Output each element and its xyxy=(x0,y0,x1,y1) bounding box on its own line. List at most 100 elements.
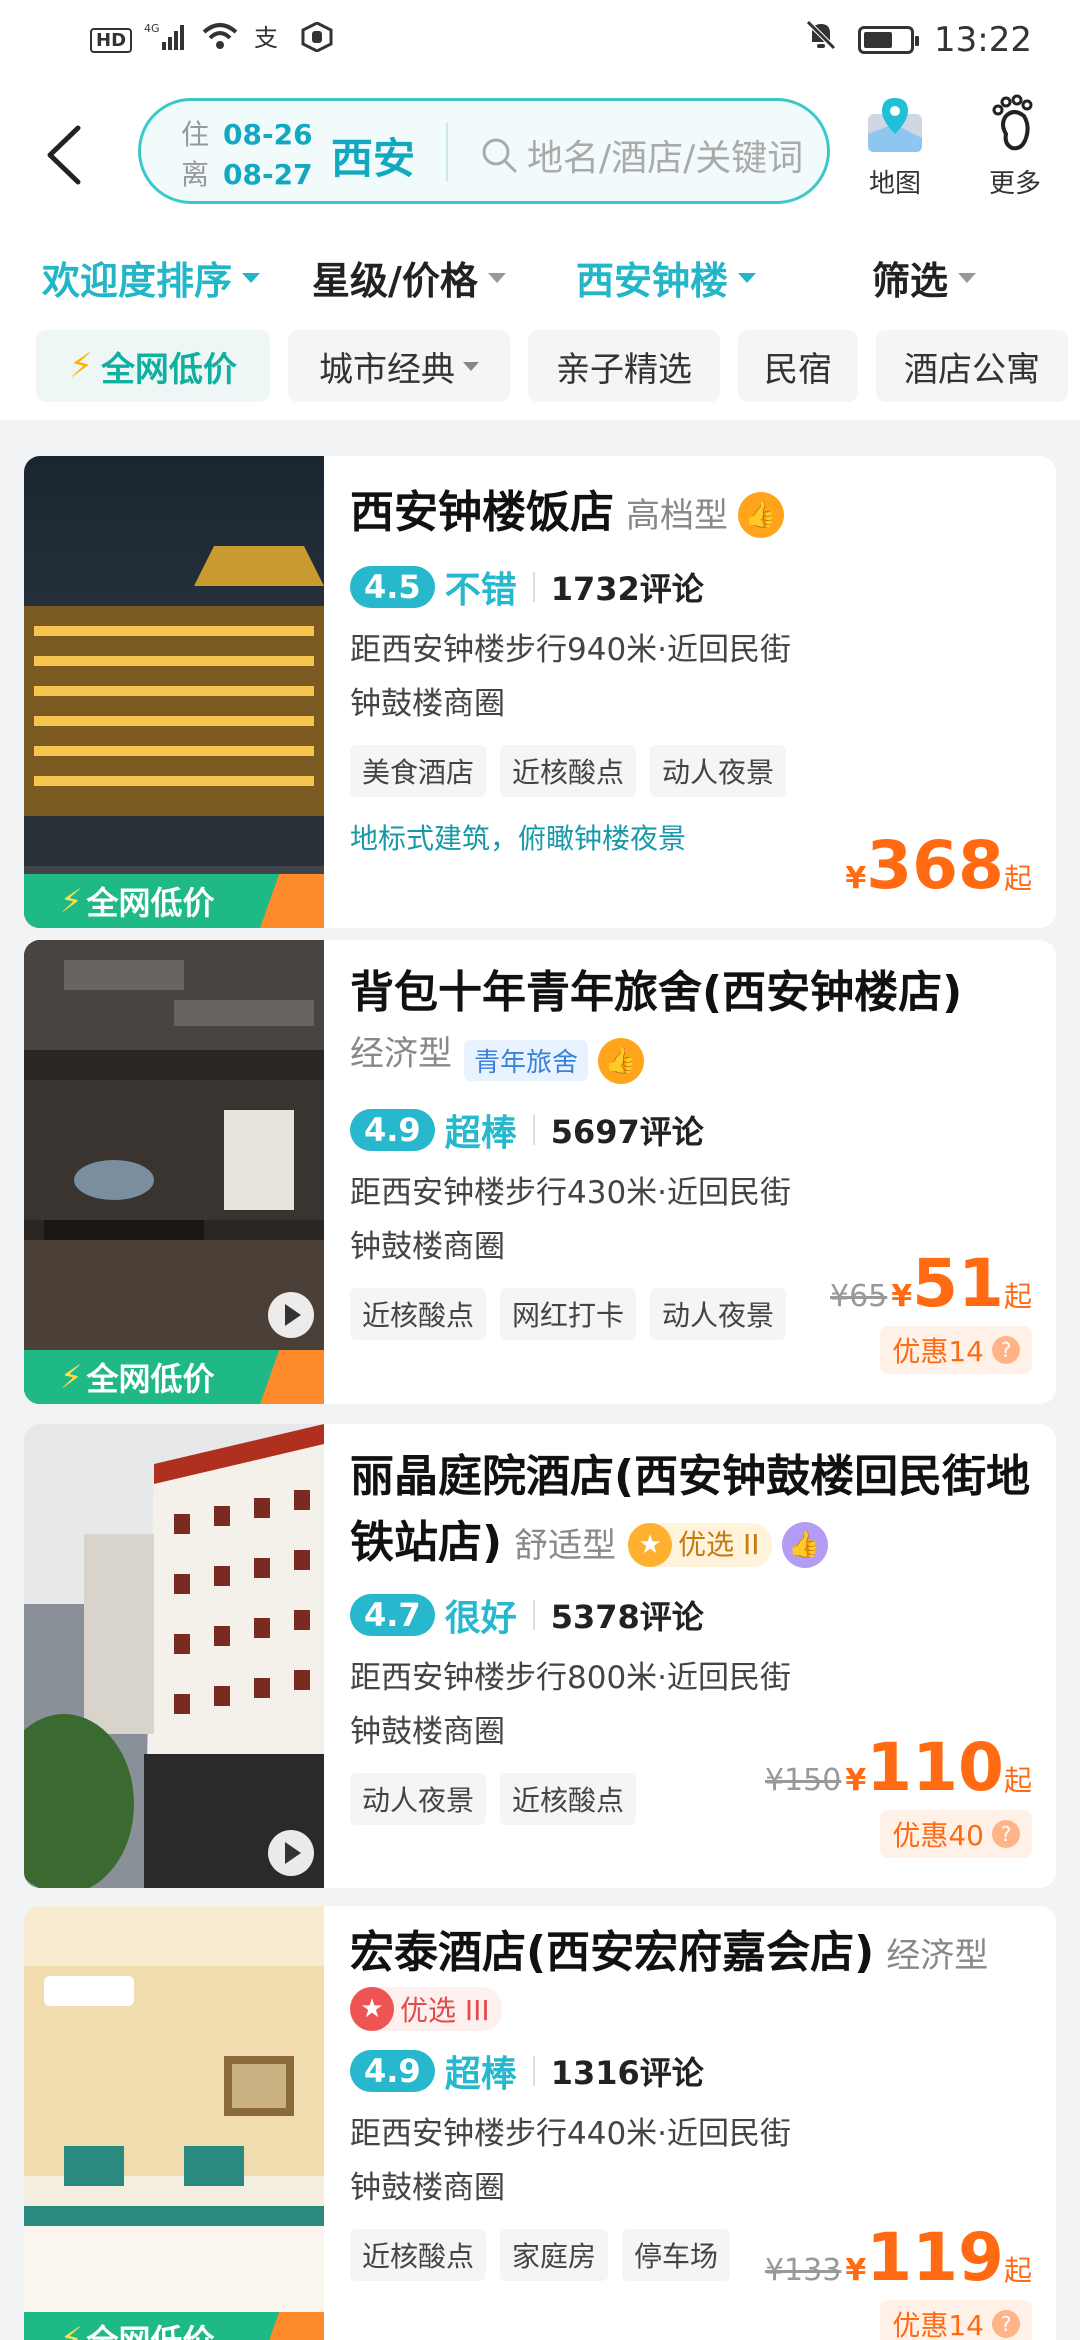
hotel-info: 西安钟楼饭店 高档型 👍 4.5 不错 1732评论 距西安钟楼步行940米·近回民街钟… xyxy=(350,456,1032,857)
chip-label: 亲子精选 xyxy=(556,349,692,390)
chip-family[interactable]: 亲子精选 xyxy=(528,330,720,402)
date-selector[interactable]: 住 08-26 离 08-27 xyxy=(181,115,313,195)
review-count[interactable]: 1732评论 xyxy=(551,564,704,610)
sort-star-price[interactable]: 星级/价格 xyxy=(312,250,506,305)
search-placeholder: 地名/酒店/关键词 xyxy=(527,138,804,179)
hotel-photo xyxy=(24,1424,324,1888)
sort-popularity[interactable]: 欢迎度排序 xyxy=(42,250,261,305)
map-label: 地图 xyxy=(868,169,921,199)
sort-location[interactable]: 西安钟楼 xyxy=(576,250,757,305)
tag: 近核酸点 xyxy=(350,2229,487,2281)
price-box: ¥133 ¥119起 优惠14? xyxy=(765,2219,1032,2340)
search-divider xyxy=(446,123,448,181)
header: 住 08-26 离 08-27 西安 地名/酒店/关键词 地图 更多 xyxy=(0,80,1080,230)
hotel-grade: 经济型 xyxy=(886,1936,989,1976)
tag: 网红打卡 xyxy=(500,1287,637,1340)
dropdown-icon xyxy=(487,272,506,283)
search-icon xyxy=(482,138,517,173)
score-text: 超棒 xyxy=(444,1112,517,1154)
quick-filter-bar: ⚡ 全网低价 城市经典 亲子精选 民宿 酒店公寓 xyxy=(0,330,1080,420)
youxuan-badge: ★ 优选 II xyxy=(628,1523,772,1567)
chip-lowest-price[interactable]: ⚡ 全网低价 xyxy=(36,330,270,402)
status-right: 13:22 xyxy=(804,18,1032,61)
sort-popularity-label: 欢迎度排序 xyxy=(42,259,233,303)
dropdown-icon xyxy=(242,272,261,283)
score-text: 超棒 xyxy=(444,2054,517,2095)
hotel-photo: ⚡全网低价 xyxy=(24,940,324,1404)
location: 距西安钟楼步行940米·近回民街 钟鼓楼商圈 xyxy=(350,632,792,722)
hotel-name: 西安钟楼饭店 高档型 👍 xyxy=(350,482,1032,547)
tag: 近核酸点 xyxy=(500,1773,637,1825)
rating-row: 4.5 不错 1732评论 xyxy=(350,561,1032,613)
status-bar: HD 4G 支 13:22 xyxy=(0,0,1080,80)
sort-filter-label: 筛选 xyxy=(872,259,949,303)
chip-city-classic[interactable]: 城市经典 xyxy=(288,330,510,402)
tag: 家庭房 xyxy=(500,2229,609,2281)
signal-icon: 4G xyxy=(144,22,188,58)
footprint-icon xyxy=(992,94,1033,151)
back-button[interactable] xyxy=(40,120,90,190)
battery-icon xyxy=(858,25,920,54)
rating-row: 4.9 超棒 5697评论 xyxy=(350,1104,1032,1156)
more-button[interactable]: 更多 xyxy=(982,94,1048,200)
price: ¥65 ¥51起 xyxy=(829,1245,1032,1322)
score-text: 很好 xyxy=(444,1598,517,1639)
tag: 动人夜景 xyxy=(350,1773,487,1825)
search-bar[interactable]: 住 08-26 离 08-27 西安 地名/酒店/关键词 xyxy=(138,98,830,204)
youxuan-badge: ★ 优选 III xyxy=(350,1987,502,2031)
more-label: 更多 xyxy=(988,169,1041,199)
hotel-grade: 经济型 xyxy=(350,1034,452,1074)
help-icon: ? xyxy=(992,1820,1020,1848)
rating-row: 4.7 很好 5378评论 xyxy=(350,1589,1032,1641)
review-count[interactable]: 5378评论 xyxy=(551,1592,704,1638)
hotel-card[interactable]: ⚡ 全网低价 背包十年青年旅舍(西安钟楼店) 经济型 青年旅舍 👍 4.9 超棒 5697… xyxy=(24,940,1056,1404)
play-video-icon[interactable] xyxy=(268,1292,314,1338)
hotel-photo: ⚡全网低价 xyxy=(24,456,324,928)
review-count[interactable]: 1316评论 xyxy=(551,2048,704,2094)
score: 4.7 xyxy=(350,1594,435,1636)
original-price: ¥65 xyxy=(829,1279,888,1314)
original-price: ¥150 xyxy=(764,1763,842,1798)
discount-badge[interactable]: 优惠14? xyxy=(880,1326,1032,1374)
hotel-photo: ⚡全网低价 xyxy=(24,1906,324,2340)
svg-text:4G: 4G xyxy=(144,22,160,35)
map-button[interactable]: 地图 xyxy=(862,94,928,200)
search-input[interactable]: 地名/酒店/关键词 xyxy=(479,129,803,181)
tag: 近核酸点 xyxy=(500,745,637,797)
hotel-grade-row: 经济型 青年旅舍 👍 xyxy=(350,1026,1032,1084)
lowest-price-badge: ⚡全网低价 xyxy=(24,1350,324,1404)
price: ¥150 ¥110起 xyxy=(764,1729,1032,1806)
chip-apartment[interactable]: 酒店公寓 xyxy=(876,330,1068,402)
mute-icon xyxy=(804,18,838,61)
chip-label: 城市经典 xyxy=(319,349,455,390)
back-arrow-icon xyxy=(47,125,81,185)
chip-homestay[interactable]: 民宿 xyxy=(738,330,858,402)
map-icon xyxy=(868,98,922,152)
sort-filter[interactable]: 筛选 xyxy=(872,250,977,305)
chip-label: 民宿 xyxy=(764,349,832,390)
review-count[interactable]: 5697评论 xyxy=(551,1107,704,1153)
hotel-card[interactable]: 丽晶庭院酒店(西安钟鼓楼回民街地铁站店) 舒适型 ★ 优选 II 👍 4.7 很好 5378… xyxy=(24,1424,1056,1888)
sort-bar: 欢迎度排序 星级/价格 西安钟楼 筛选 xyxy=(0,230,1080,330)
hotel-card[interactable]: ⚡ 全网低价 西安钟楼饭店 高档型 👍 4.5 不错 1732评论 距西安钟楼步行940米… xyxy=(24,456,1056,928)
tag: 美食酒店 xyxy=(350,745,487,797)
checkout-date: 08-27 xyxy=(223,158,313,191)
discount-badge[interactable]: 优惠14? xyxy=(880,2300,1032,2340)
city-selector[interactable]: 西安 xyxy=(331,125,415,186)
score-text: 不错 xyxy=(444,570,517,611)
tag-list: 美食酒店 近核酸点 动人夜景 xyxy=(350,745,1032,797)
hotel-card[interactable]: ⚡全网低价 宏泰酒店(西安宏府嘉会店)经济型 ★优选 III 4.9超棒 1316… xyxy=(24,1906,1056,2340)
score: 4.9 xyxy=(350,2050,435,2092)
hd-icon: HD xyxy=(90,27,133,53)
hotel-grade: 高档型 xyxy=(626,496,728,536)
tag: 动人夜景 xyxy=(650,1287,787,1340)
price: ¥368起 xyxy=(845,827,1032,904)
discount-badge[interactable]: 优惠40? xyxy=(880,1810,1032,1858)
location: 距西安钟楼步行440米·近回民街 钟鼓楼商圈 xyxy=(350,2116,792,2206)
checkout-label: 离 xyxy=(181,158,210,191)
dropdown-icon xyxy=(958,272,977,283)
price-box: ¥65 ¥51起 优惠14? xyxy=(830,1245,1032,1374)
lightning-icon: ⚡ xyxy=(69,346,93,386)
tag: 停车场 xyxy=(622,2229,731,2281)
play-video-icon[interactable] xyxy=(268,1830,314,1876)
